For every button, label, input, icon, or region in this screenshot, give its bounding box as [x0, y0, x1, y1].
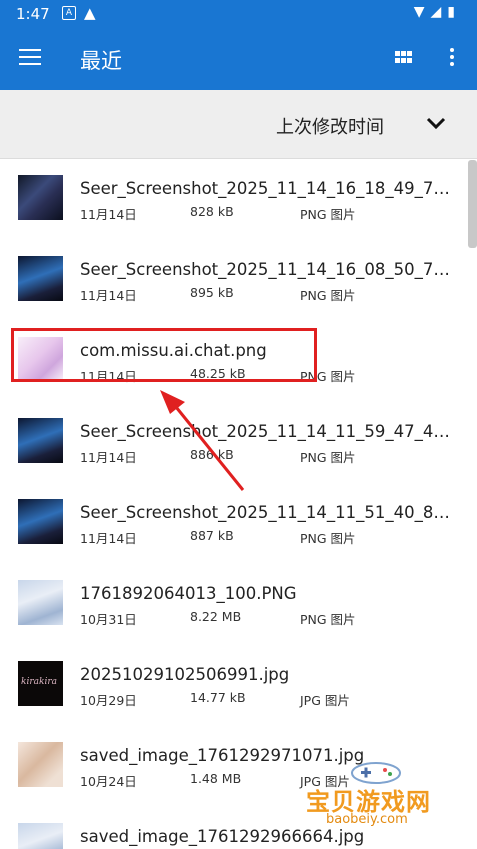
- file-thumbnail: kirakira: [18, 661, 63, 706]
- file-name: 20251029102506991.jpg: [80, 665, 290, 684]
- file-row[interactable]: Seer_Screenshot_2025_11_14_16_08_50_720.…: [0, 241, 465, 322]
- file-date: 11月14日: [80, 450, 137, 465]
- file-size: 886 kB: [190, 447, 234, 462]
- file-date: 10月31日: [80, 612, 137, 627]
- file-list: Seer_Screenshot_2025_11_14_16_18_49_789.…: [0, 160, 477, 849]
- more-vert-icon[interactable]: [448, 46, 456, 70]
- file-row[interactable]: Seer_Screenshot_2025_11_14_11_59_47_425.…: [0, 403, 465, 484]
- menu-icon[interactable]: [19, 49, 41, 67]
- file-thumbnail: [18, 175, 63, 220]
- file-thumbnail: [18, 499, 63, 544]
- wifi-icon: ▼: [413, 4, 431, 20]
- file-type: JPG 图片: [300, 693, 350, 708]
- battery-icon: ▮: [447, 4, 461, 20]
- file-thumbnail: [18, 580, 63, 625]
- file-type: PNG 图片: [300, 612, 356, 627]
- file-row[interactable]: 1761892064013_100.PNG 10月31日 8.22 MB PNG…: [0, 565, 465, 646]
- file-date: 10月24日: [80, 774, 137, 789]
- file-name: Seer_Screenshot_2025_11_14_16_08_50_720.…: [80, 260, 452, 279]
- file-type: PNG 图片: [300, 450, 356, 465]
- file-type: PNG 图片: [300, 531, 356, 546]
- watermark: 宝贝游戏网 baobeiy.com: [300, 760, 450, 840]
- file-size: 828 kB: [190, 204, 234, 219]
- watermark-url: baobeiy.com: [326, 812, 408, 827]
- file-date: 11月14日: [80, 531, 137, 546]
- gamepad-icon: [351, 762, 401, 784]
- file-date: 11月14日: [80, 207, 137, 222]
- status-icons: ▼◢▮: [414, 4, 461, 20]
- file-date: 11月14日: [80, 288, 137, 303]
- file-thumbnail: [18, 418, 63, 463]
- warning-icon: ▲: [84, 4, 96, 22]
- status-bar: 1:47 A ▲ ▼◢▮: [0, 0, 477, 28]
- signal-icon: ◢: [430, 4, 448, 20]
- file-type: PNG 图片: [300, 288, 356, 303]
- chevron-down-icon[interactable]: [424, 111, 448, 135]
- file-thumbnail: [18, 256, 63, 301]
- file-row[interactable]: Seer_Screenshot_2025_11_14_11_51_40_849.…: [0, 484, 465, 565]
- file-name: Seer_Screenshot_2025_11_14_16_18_49_789.…: [80, 179, 452, 198]
- file-size: 895 kB: [190, 285, 234, 300]
- file-size: 8.22 MB: [190, 609, 242, 624]
- file-size: 887 kB: [190, 528, 234, 543]
- page-title: 最近: [80, 49, 122, 73]
- file-type: PNG 图片: [300, 207, 356, 222]
- file-date: 10月29日: [80, 693, 137, 708]
- highlight-box: [11, 328, 317, 382]
- file-row[interactable]: Seer_Screenshot_2025_11_14_16_18_49_789.…: [0, 160, 465, 241]
- app-bar: 最近: [0, 28, 477, 90]
- sort-label[interactable]: 上次修改时间: [276, 113, 384, 139]
- thumbnail-text: kirakira: [21, 677, 57, 687]
- file-size: 14.77 kB: [190, 690, 246, 705]
- sort-bar: 上次修改时间: [0, 90, 477, 159]
- file-thumbnail: [18, 742, 63, 787]
- file-name: Seer_Screenshot_2025_11_14_11_51_40_849.…: [80, 503, 452, 522]
- file-name: Seer_Screenshot_2025_11_14_11_59_47_425.…: [80, 422, 452, 441]
- status-time: 1:47: [16, 5, 50, 23]
- file-row[interactable]: kirakira 20251029102506991.jpg 10月29日 14…: [0, 646, 465, 727]
- file-size: 1.48 MB: [190, 771, 242, 786]
- file-thumbnail: [18, 823, 63, 849]
- scrollbar[interactable]: [468, 160, 477, 248]
- file-name: 1761892064013_100.PNG: [80, 584, 297, 603]
- grid-view-icon[interactable]: [395, 51, 415, 65]
- notification-a-icon: A: [62, 6, 76, 20]
